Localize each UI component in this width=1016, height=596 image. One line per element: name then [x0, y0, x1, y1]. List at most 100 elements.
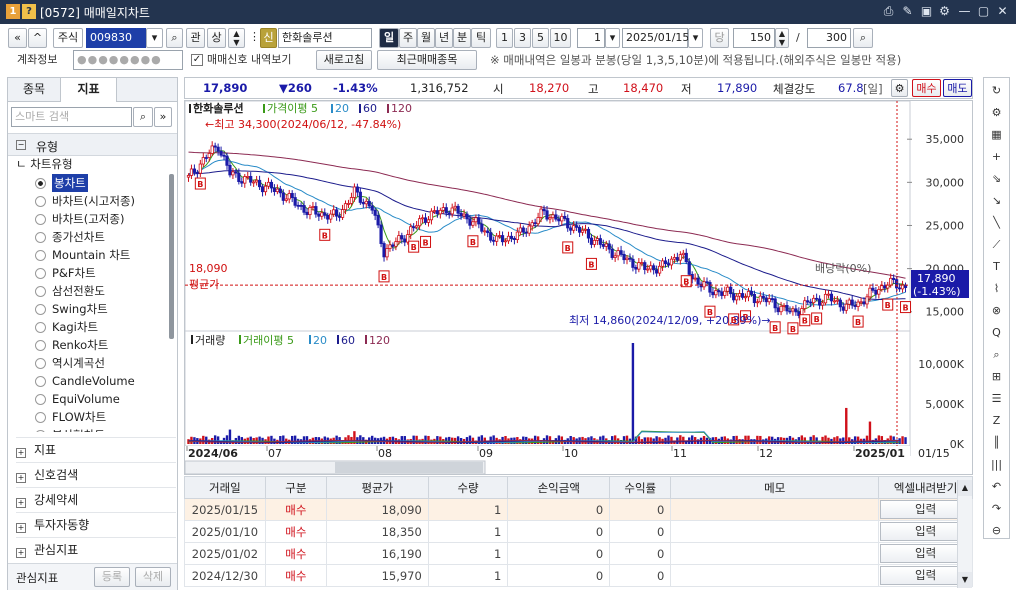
price-volume-chart[interactable]: 35,00030,00025,00020,00015,00010,000K5,0… — [185, 101, 974, 476]
search-icon[interactable]: ⌕ — [133, 107, 153, 127]
erase-icon[interactable]: ⊗ — [984, 300, 1009, 322]
minute-10[interactable]: 10 — [550, 28, 571, 48]
col-pl[interactable]: 손익금액 — [507, 476, 611, 499]
text-tool-icon[interactable]: T — [984, 256, 1009, 278]
period-tick[interactable]: 틱 — [471, 28, 491, 48]
capture-icon[interactable]: ▣ — [918, 3, 935, 20]
indicator-group[interactable]: + 강세약세 — [16, 487, 176, 511]
chart-type-item[interactable]: 분산형차트 — [52, 426, 105, 432]
columns-icon[interactable]: ||| — [984, 454, 1009, 476]
smart-search-input[interactable]: 스마트 검색 — [11, 107, 132, 127]
chart-type-item[interactable]: 바차트(시고저종) — [52, 192, 135, 210]
period-minute[interactable]: 분 — [453, 28, 471, 48]
expand-icon[interactable]: + — [16, 548, 26, 558]
table-row[interactable]: 2024/12/30 매수 15,970 1 0 0 입력 — [184, 564, 973, 587]
scroll-down-icon[interactable]: ▼ — [958, 572, 972, 588]
table-row[interactable]: 2025/01/10 매수 18,350 1 0 0 입력 — [184, 520, 973, 543]
edit-icon[interactable]: ✎ — [899, 3, 916, 20]
collapse-icon[interactable]: − — [16, 140, 26, 150]
account-select[interactable]: ●●●●●●●● — [73, 50, 183, 70]
delete-button[interactable]: 삭제 — [135, 567, 171, 587]
table-scrollbar[interactable]: ▲ ▼ — [957, 480, 972, 588]
ray-icon[interactable]: ↘ — [984, 190, 1009, 212]
settings-icon[interactable]: ⚙ — [984, 102, 1009, 124]
scroll-up-icon[interactable]: ▲ — [958, 480, 972, 496]
chart-type-item[interactable]: 바차트(고저종) — [52, 210, 124, 228]
chart-type-item[interactable]: 역시계곡선 — [52, 354, 105, 372]
spin-icon[interactable]: ▲ ▼ — [775, 28, 789, 48]
stock-name-field[interactable]: 한화솔루션 — [278, 28, 372, 48]
register-button[interactable]: 등록 — [94, 567, 130, 587]
chart-type-item[interactable]: Renko차트 — [52, 336, 108, 354]
sang-button[interactable]: 상 — [207, 28, 226, 48]
market-select[interactable]: 주식 — [53, 28, 83, 48]
chart-type-radio[interactable] — [35, 250, 46, 261]
chart-type-item[interactable]: FLOW차트 — [52, 408, 106, 426]
expand-icon[interactable]: + — [16, 448, 26, 458]
chart-area[interactable]: 35,000 30,000 25,000 20,000 15,000 10,000K 5,0… — [184, 100, 973, 475]
chart-type-radio[interactable] — [35, 394, 46, 405]
list-icon[interactable]: ☰ — [984, 388, 1009, 410]
col-avg-price[interactable]: 평균가 — [325, 476, 429, 499]
bars-icon[interactable]: ║ — [984, 432, 1009, 454]
refresh-button[interactable]: 새로고침 — [316, 50, 372, 70]
search-icon[interactable]: ⌕ — [166, 28, 183, 48]
expand-icon[interactable]: + — [16, 498, 26, 508]
chart-type-radio[interactable] — [35, 376, 46, 387]
chart-type-icon[interactable]: ▦ — [984, 124, 1009, 146]
minute-5[interactable]: 5 — [532, 28, 549, 48]
chart-type-item[interactable]: Mountain 차트 — [52, 246, 130, 264]
chart-type-radio[interactable] — [35, 340, 46, 351]
col-type[interactable]: 구분 — [264, 476, 327, 499]
zoom-in-icon[interactable]: Q — [984, 322, 1009, 344]
zoom-search-icon[interactable]: ⌕ — [984, 344, 1009, 366]
indicator-group[interactable]: + 신호검색 — [16, 462, 176, 486]
gear-icon[interactable]: ⚙ — [891, 79, 908, 97]
chart-type-radio[interactable] — [35, 214, 46, 225]
signal-checkbox[interactable]: ✓ — [191, 54, 203, 66]
total-input[interactable]: 300 — [807, 28, 851, 48]
chart-type-radio[interactable] — [35, 286, 46, 297]
first-icon[interactable]: « — [8, 28, 27, 48]
col-memo[interactable]: 메모 — [670, 476, 880, 499]
chart-type-item[interactable]: Kagi차트 — [52, 318, 98, 336]
indicator-group[interactable]: + 투자자동향 — [16, 512, 176, 536]
print-icon[interactable]: ⎙ — [880, 3, 897, 20]
expand-icon[interactable]: + — [16, 523, 26, 533]
table-row[interactable]: 2025/01/02 매수 16,190 1 0 0 입력 — [184, 542, 973, 565]
trend-arrow-icon[interactable]: ⇘ — [984, 168, 1009, 190]
zoom-icon[interactable]: ⌕ — [853, 28, 873, 48]
chart-type-radio[interactable] — [35, 322, 46, 333]
expand-icon[interactable]: » — [154, 107, 172, 127]
col-rate[interactable]: 수익률 — [609, 476, 672, 499]
crosshair-icon[interactable]: + — [984, 146, 1009, 168]
dang-button[interactable]: 당 — [710, 28, 729, 48]
refresh-icon[interactable]: ↻ — [984, 80, 1009, 102]
maximize-button[interactable]: ▢ — [975, 3, 992, 20]
tab-indicator[interactable]: 지표 — [61, 78, 117, 102]
stock-code-input[interactable]: 009830 — [86, 28, 146, 48]
bars-input[interactable]: 150 — [733, 28, 775, 48]
list-scrollbar[interactable] — [169, 174, 174, 339]
chart-type-radio[interactable] — [35, 358, 46, 369]
kwan-button[interactable]: 관 — [186, 28, 205, 48]
grid-icon[interactable]: ⊞ — [984, 366, 1009, 388]
period-week[interactable]: 주 — [399, 28, 417, 48]
period-year[interactable]: 년 — [435, 28, 453, 48]
chart-type-radio[interactable] — [35, 196, 46, 207]
chevron-down-icon[interactable]: ▾ — [146, 28, 163, 48]
indicator-group[interactable]: + 지표 — [16, 437, 176, 461]
chevron-down-icon[interactable]: ▾ — [688, 28, 703, 48]
chevron-down-icon[interactable]: ▾ — [605, 28, 620, 48]
recent-trades-button[interactable]: 최근매매종목 — [377, 50, 477, 70]
redo-icon[interactable]: ↷ — [984, 498, 1009, 520]
period-month[interactable]: 월 — [417, 28, 435, 48]
chart-type-item[interactable]: EquiVolume — [52, 390, 120, 408]
minimize-button[interactable]: — — [956, 3, 973, 20]
auto-line-icon[interactable]: ⟋ — [984, 234, 1009, 256]
expand-icon[interactable]: + — [16, 473, 26, 483]
chart-type-radio[interactable] — [35, 304, 46, 315]
window-badge-help[interactable]: ? — [22, 4, 36, 19]
indicator-group[interactable]: + 관심지표 — [16, 537, 176, 561]
chart-type-item[interactable]: 종가선차트 — [52, 228, 105, 246]
